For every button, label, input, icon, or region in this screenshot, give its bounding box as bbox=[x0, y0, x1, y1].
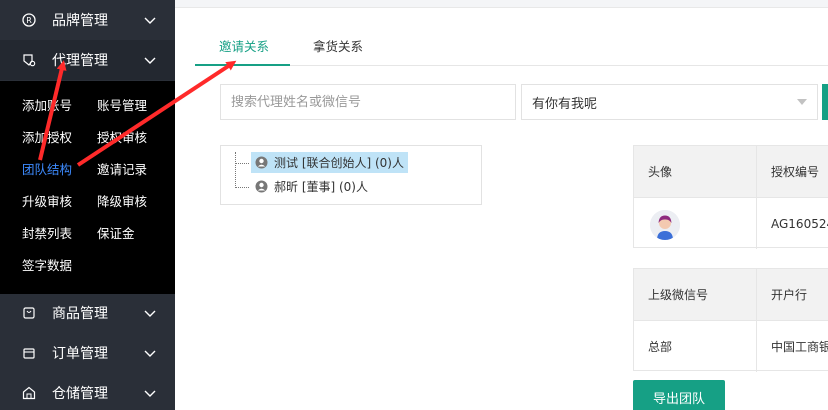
tree-connector bbox=[235, 187, 249, 188]
agent-search-input[interactable] bbox=[220, 84, 516, 120]
brand-icon: R bbox=[22, 13, 36, 27]
submenu-deposit[interactable]: 保证金 bbox=[97, 226, 135, 242]
tab-purchase-relation[interactable]: 拿货关系 bbox=[313, 36, 363, 55]
submenu-ban-list[interactable]: 封禁列表 bbox=[22, 226, 72, 242]
submenu-signature-data[interactable]: 签字数据 bbox=[22, 258, 72, 274]
agent-icon bbox=[22, 53, 36, 67]
menu-group-label: 商品管理 bbox=[52, 306, 108, 322]
chevron-down-icon bbox=[143, 306, 157, 320]
svg-text:R: R bbox=[26, 16, 32, 25]
user-icon bbox=[255, 180, 268, 193]
submenu-account-manage[interactable]: 账号管理 bbox=[97, 98, 147, 114]
agent-submenu: 添加账号 账号管理 添加授权 授权审核 团队结构 邀请记录 升级审核 降级审核 … bbox=[0, 81, 175, 294]
submenu-invite-records[interactable]: 邀请记录 bbox=[97, 162, 147, 178]
tree-connector bbox=[235, 152, 236, 188]
submenu-add-account[interactable]: 添加账号 bbox=[22, 98, 72, 114]
avatar bbox=[650, 210, 680, 240]
table-cell: 总部 bbox=[648, 340, 673, 354]
chevron-down-icon bbox=[143, 386, 157, 400]
submenu-upgrade-review[interactable]: 升级审核 bbox=[22, 194, 72, 210]
sidebar: R 品牌管理 代理管理 添加账号 账号管理 添加授权 授权审核 团队结构 邀请记… bbox=[0, 0, 175, 410]
export-team-button[interactable]: 导出团队 bbox=[633, 380, 725, 410]
chevron-down-icon bbox=[143, 13, 157, 27]
menu-group-warehouse[interactable]: 仓储管理 bbox=[0, 373, 175, 410]
main-content: 邀请关系 拿货关系 有你有我呢 测试 [联合创始人] (0)人 郝昕 [董事] … bbox=[175, 0, 828, 410]
table-header-cell: 开户行 bbox=[757, 269, 828, 320]
tab-invite-relation[interactable]: 邀请关系 bbox=[219, 36, 269, 55]
table-header-cell: 授权编号 bbox=[757, 146, 828, 197]
tree-node[interactable]: 郝昕 [董事] (0)人 bbox=[251, 176, 372, 197]
menu-group-brand[interactable]: R 品牌管理 bbox=[0, 0, 175, 40]
table-cell: AG160524 bbox=[771, 216, 828, 231]
search-button[interactable] bbox=[822, 84, 828, 120]
tree-connector bbox=[235, 163, 249, 164]
user-icon bbox=[255, 156, 268, 169]
avatar-cell bbox=[634, 198, 756, 249]
chevron-down-icon bbox=[143, 346, 157, 360]
tree-node-label: 郝昕 [董事] (0)人 bbox=[274, 180, 368, 194]
submenu-downgrade-review[interactable]: 降级审核 bbox=[97, 194, 147, 210]
menu-group-label: 仓储管理 bbox=[52, 386, 108, 402]
goods-icon bbox=[22, 306, 36, 320]
top-strip bbox=[175, 0, 828, 8]
tree-node[interactable]: 测试 [联合创始人] (0)人 bbox=[251, 152, 408, 173]
menu-group-label: 订单管理 bbox=[52, 346, 108, 362]
chevron-down-icon bbox=[143, 53, 157, 67]
agent-bank-table: 上级微信号 开户行 总部 中国工商银 bbox=[633, 268, 828, 372]
active-tab-indicator bbox=[195, 64, 290, 66]
table-header-cell: 头像 bbox=[634, 146, 756, 197]
menu-group-label: 代理管理 bbox=[52, 53, 108, 69]
menu-group-label: 品牌管理 bbox=[52, 13, 108, 29]
team-tree: 测试 [联合创始人] (0)人 郝昕 [董事] (0)人 bbox=[220, 145, 482, 205]
table-header-cell: 上级微信号 bbox=[634, 269, 756, 320]
menu-group-agent[interactable]: 代理管理 bbox=[0, 40, 175, 80]
submenu-add-authorization[interactable]: 添加授权 bbox=[22, 130, 72, 146]
warehouse-icon bbox=[22, 386, 36, 400]
menu-group-goods[interactable]: 商品管理 bbox=[0, 293, 175, 333]
menu-group-order[interactable]: 订单管理 bbox=[0, 333, 175, 373]
agent-info-table: 头像 授权编号 AG160524 bbox=[633, 145, 828, 249]
team-select[interactable]: 有你有我呢 bbox=[521, 84, 818, 120]
tab-bar: 邀请关系 拿货关系 bbox=[195, 28, 828, 66]
submenu-authorization-review[interactable]: 授权审核 bbox=[97, 130, 147, 146]
team-select-value: 有你有我呢 bbox=[532, 96, 598, 112]
tree-node-label: 测试 [联合创始人] (0)人 bbox=[274, 156, 404, 170]
submenu-team-structure[interactable]: 团队结构 bbox=[22, 162, 72, 178]
table-cell: 中国工商银 bbox=[771, 340, 828, 354]
order-icon bbox=[22, 346, 36, 360]
caret-down-icon bbox=[797, 99, 807, 105]
